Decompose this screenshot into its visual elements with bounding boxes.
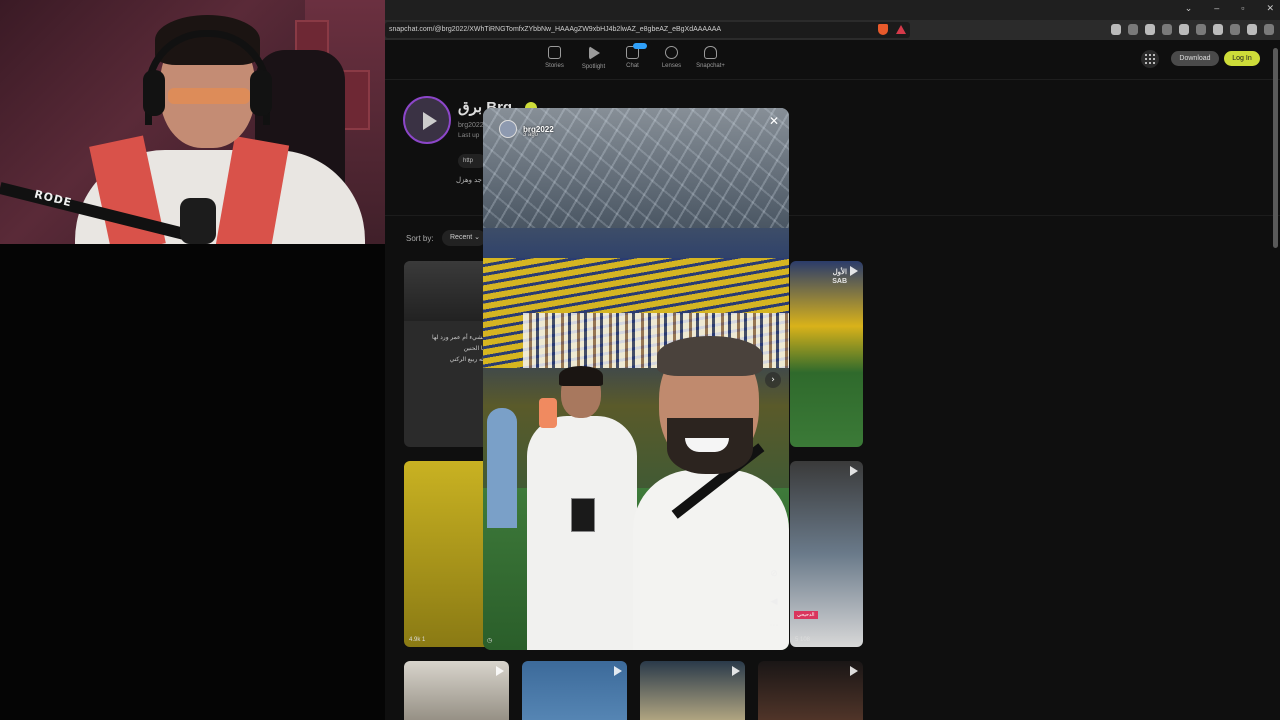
- profile-avatar[interactable]: [403, 96, 451, 144]
- extension-icon[interactable]: [1162, 24, 1172, 35]
- spotlight-icon: [589, 46, 600, 60]
- story-views: ◷: [487, 638, 493, 644]
- person-body: [527, 416, 637, 650]
- play-icon: [850, 666, 858, 676]
- top-navigation: Stories Spotlight Chat Lenses Snapchat+ …: [385, 40, 1280, 80]
- page-scrollbar[interactable]: [1272, 42, 1278, 720]
- extension-toolbar: [1111, 24, 1274, 35]
- nav-item-lenses[interactable]: Lenses: [652, 46, 691, 70]
- link-icon[interactable]: ⊘: [768, 568, 780, 580]
- close-icon[interactable]: ✕: [1266, 3, 1274, 14]
- browser-titlebar: ⌄ – ▫ ✕: [385, 0, 1280, 20]
- nav-item-spotlight[interactable]: Spotlight: [574, 46, 613, 70]
- brave-shield-icon[interactable]: [878, 24, 888, 35]
- download-button[interactable]: Download: [1171, 51, 1219, 66]
- snapchat-page: Stories Spotlight Chat Lenses Snapchat+ …: [385, 40, 1280, 720]
- nav-item-label: Lenses: [661, 63, 682, 69]
- sort-label: Sort by:: [406, 234, 434, 243]
- extension-icon[interactable]: [1145, 24, 1155, 35]
- story-avatar[interactable]: [499, 120, 517, 138]
- story-timestamp: 3 ago: [523, 132, 539, 138]
- profile-last-updated: Last up: [458, 132, 480, 139]
- sidebar-icon[interactable]: [1196, 24, 1206, 35]
- tile-stats: 4.9k 1: [409, 637, 426, 643]
- person-filming: [519, 366, 639, 650]
- nav-item-snapchat-plus[interactable]: Snapchat+: [691, 46, 730, 70]
- tile-caption: الشيء أم عمر ورد لها إيا الحنين لله ربيع ا…: [432, 335, 486, 363]
- extension-icon[interactable]: [1128, 24, 1138, 35]
- stories-icon: [548, 46, 561, 59]
- close-icon[interactable]: ✕: [767, 114, 781, 128]
- scrollbar-thumb[interactable]: [1273, 48, 1278, 248]
- brave-rewards-icon[interactable]: [896, 25, 906, 34]
- extension-icon[interactable]: [1111, 24, 1121, 35]
- profile-bio: جد وهزل: [456, 177, 482, 184]
- microphone: [180, 198, 216, 244]
- spotlight-tile[interactable]: [758, 661, 863, 720]
- url-icons: [878, 24, 906, 35]
- music-icon[interactable]: [1179, 24, 1189, 35]
- spotlight-tile[interactable]: [522, 661, 627, 720]
- volume-icon[interactable]: ◀: [768, 596, 780, 608]
- lanyard-badge: [571, 498, 595, 532]
- play-icon: [614, 666, 622, 676]
- login-button[interactable]: Log In: [1224, 51, 1260, 66]
- play-icon: [850, 466, 858, 476]
- tile-tag: الدحيحي: [794, 611, 818, 619]
- sort-value: Recent: [450, 234, 473, 241]
- headset-earcup: [143, 70, 165, 116]
- snapchat-plus-icon: [704, 46, 717, 59]
- url-field[interactable]: snapchat.com/@brg2022/XWhTiRNGTomfxZYbbN…: [385, 22, 910, 38]
- lenses-icon: [665, 46, 678, 59]
- more-icon[interactable]: ⋯: [768, 620, 780, 632]
- nav-item-chat[interactable]: Chat: [613, 43, 652, 70]
- spotlight-tile[interactable]: [404, 661, 509, 720]
- nav-item-label: Chat: [626, 63, 639, 69]
- apps-grid-icon[interactable]: [1141, 50, 1159, 68]
- story-viewer[interactable]: brg2022 3 ago ✕ › ⊘ ◀ ⋯ ◷: [483, 108, 789, 650]
- person-selfie: [633, 336, 789, 650]
- webcam-overlay: RODE: [0, 0, 385, 244]
- menu-icon[interactable]: [1264, 24, 1274, 35]
- play-icon: [732, 666, 740, 676]
- profile-username: brg2022: [458, 122, 484, 129]
- new-badge: [633, 43, 647, 49]
- spotlight-tile[interactable]: الدحيحي 5 108: [790, 461, 863, 647]
- spotlight-tile[interactable]: الأول SAB: [790, 261, 863, 447]
- headset-earcup: [250, 70, 272, 116]
- person-body: [633, 470, 789, 650]
- wallet-icon[interactable]: [1213, 24, 1223, 35]
- minimize-icon[interactable]: –: [1214, 3, 1219, 14]
- play-icon: [496, 666, 504, 676]
- chat-icon: [626, 43, 647, 59]
- tile-stats: 5 108: [795, 637, 811, 643]
- profile-header: برق Brg brg2022 Last up http جد وهزل: [403, 96, 537, 184]
- spotlight-tile[interactable]: [640, 661, 745, 720]
- maximize-icon[interactable]: ▫: [1241, 3, 1244, 14]
- extension-icon[interactable]: [1230, 24, 1240, 35]
- chevron-right-icon[interactable]: ›: [765, 372, 781, 388]
- chevron-down-icon[interactable]: ⌄: [1185, 3, 1193, 14]
- nav-items: Stories Spotlight Chat Lenses Snapchat+: [535, 43, 730, 70]
- phone: [539, 398, 557, 428]
- browser-address-bar: snapchat.com/@brg2022/XWhTiRNGTomfxZYbbN…: [385, 20, 1280, 40]
- nav-item-label: Snapchat+: [696, 63, 725, 69]
- play-icon: [850, 266, 858, 276]
- nav-item-label: Spotlight: [581, 64, 606, 70]
- sort-dropdown[interactable]: Recent ⌄: [442, 230, 486, 246]
- nav-item-label: Stories: [545, 63, 564, 69]
- background-person: [487, 408, 517, 528]
- person-hair: [657, 336, 763, 376]
- person-hair: [559, 366, 603, 386]
- window-controls: ⌄ – ▫ ✕: [1185, 3, 1274, 14]
- sponsor-label: الأول SAB: [832, 269, 847, 285]
- link-label: http: [463, 158, 474, 164]
- profile-link[interactable]: http: [458, 154, 486, 168]
- shield-icon[interactable]: [1247, 24, 1257, 35]
- nav-item-stories[interactable]: Stories: [535, 46, 574, 70]
